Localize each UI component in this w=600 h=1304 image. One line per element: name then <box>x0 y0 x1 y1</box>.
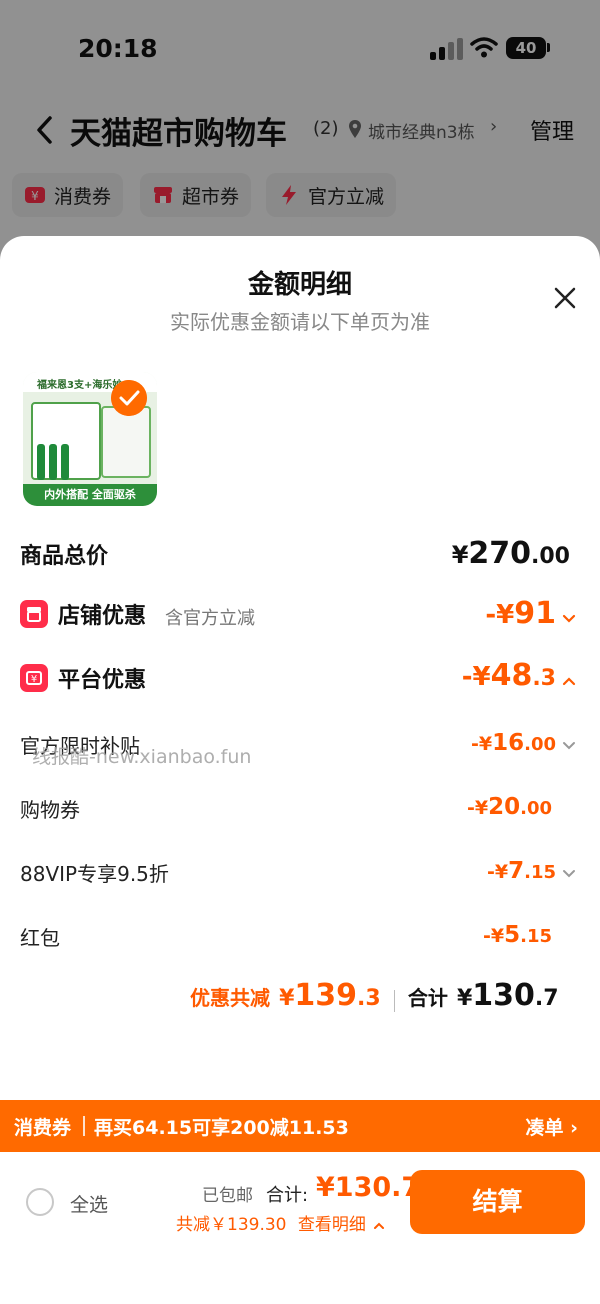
checkout-button[interactable]: 结算 <box>410 1170 585 1234</box>
price-row-store-discount[interactable]: 店铺优惠 含官方立减 -¥91 <box>0 596 600 636</box>
row-value: -¥20.00 <box>466 794 552 820</box>
price-row-platform-discount[interactable]: ¥ 平台优惠 -¥48.3 <box>0 658 600 698</box>
product-banner: 内外搭配 全面驱杀 <box>23 484 157 506</box>
price-row-vip[interactable]: 88VIP专享9.5折 -¥7.15 <box>0 858 600 890</box>
coupon-text: 再买64.15可享200减11.53 <box>94 1117 349 1139</box>
sheet-subtitle: 实际优惠金额请以下单页为准 <box>170 310 430 334</box>
product-vial <box>61 444 69 480</box>
row-note: 含官方立减 <box>165 608 255 629</box>
chevron-down-icon <box>563 869 575 877</box>
row-label: 购物券 <box>20 798 80 822</box>
savings-line[interactable]: 共减￥139.30 查看明细 <box>176 1210 385 1235</box>
row-value: ¥270.00 <box>451 536 570 571</box>
row-label: 商品总价 <box>20 544 109 569</box>
total-value: 130 <box>472 978 535 1013</box>
svg-text:¥: ¥ <box>31 674 37 685</box>
product-thumbnail[interactable]: 福来恩3支+海乐妙 内外搭配 全面驱杀 <box>23 372 157 506</box>
price-row-red-packet: 红包 -¥5.15 <box>0 922 600 954</box>
shipping-label: 已包邮 <box>202 1186 253 1206</box>
store-icon <box>20 600 48 628</box>
coupon-divider <box>83 1116 85 1136</box>
discount-value: 139 <box>294 978 358 1013</box>
row-value: -¥16.00 <box>471 730 576 756</box>
chevron-up-icon <box>562 676 576 685</box>
price-row-shopping-coupon: 购物券 -¥20.00 <box>0 794 600 826</box>
row-label: 红包 <box>20 926 60 950</box>
platform-coupon-icon: ¥ <box>20 664 48 692</box>
row-value: -¥91 <box>485 596 576 631</box>
checkout-total-label: 合计: <box>266 1185 309 1206</box>
check-icon <box>111 380 147 416</box>
checkout-total-value: ¥130.7 <box>316 1172 421 1203</box>
checkout-bar: 全选 已包邮 合计: ¥130.7 共减￥139.30 查看明细 结算 <box>0 1152 600 1304</box>
row-label: 88VIP专享9.5折 <box>20 862 169 886</box>
view-details-link: 查看明细 <box>297 1215 366 1235</box>
row-value: -¥48.3 <box>462 658 576 693</box>
close-icon[interactable] <box>553 286 577 310</box>
sheet-title: 金额明细 <box>247 270 352 300</box>
chevron-down-icon <box>563 741 575 749</box>
row-label: 平台优惠 <box>58 668 147 693</box>
chevron-up-icon <box>374 1222 385 1229</box>
total-label: 合计 <box>407 986 448 1010</box>
coupon-tag: 消费券 <box>14 1117 72 1139</box>
product-vial <box>49 444 57 480</box>
summary-divider <box>393 989 395 1012</box>
coupon-promo-bar[interactable]: 消费券 再买64.15可享200减11.53 凑单 › <box>0 1100 600 1152</box>
savings-text: 共减￥139.30 <box>176 1215 287 1235</box>
discount-summary: 优惠共减 ¥139.3 合计 ¥130.7 <box>190 978 559 1013</box>
select-all-radio[interactable] <box>26 1188 54 1216</box>
watermark: 线报酷-new.xianbao.fun <box>32 746 252 768</box>
chevron-down-icon <box>562 614 576 623</box>
product-box <box>101 406 151 478</box>
row-value: -¥5.15 <box>482 922 552 948</box>
price-row-total: 商品总价 ¥270.00 <box>0 536 600 576</box>
select-all-label[interactable]: 全选 <box>70 1190 108 1217</box>
discount-label: 优惠共减 <box>190 986 270 1010</box>
add-items-link[interactable]: 凑单 › <box>526 1113 578 1140</box>
product-vial <box>37 444 45 480</box>
row-value: -¥7.15 <box>487 858 576 884</box>
row-label: 店铺优惠 <box>58 604 147 629</box>
